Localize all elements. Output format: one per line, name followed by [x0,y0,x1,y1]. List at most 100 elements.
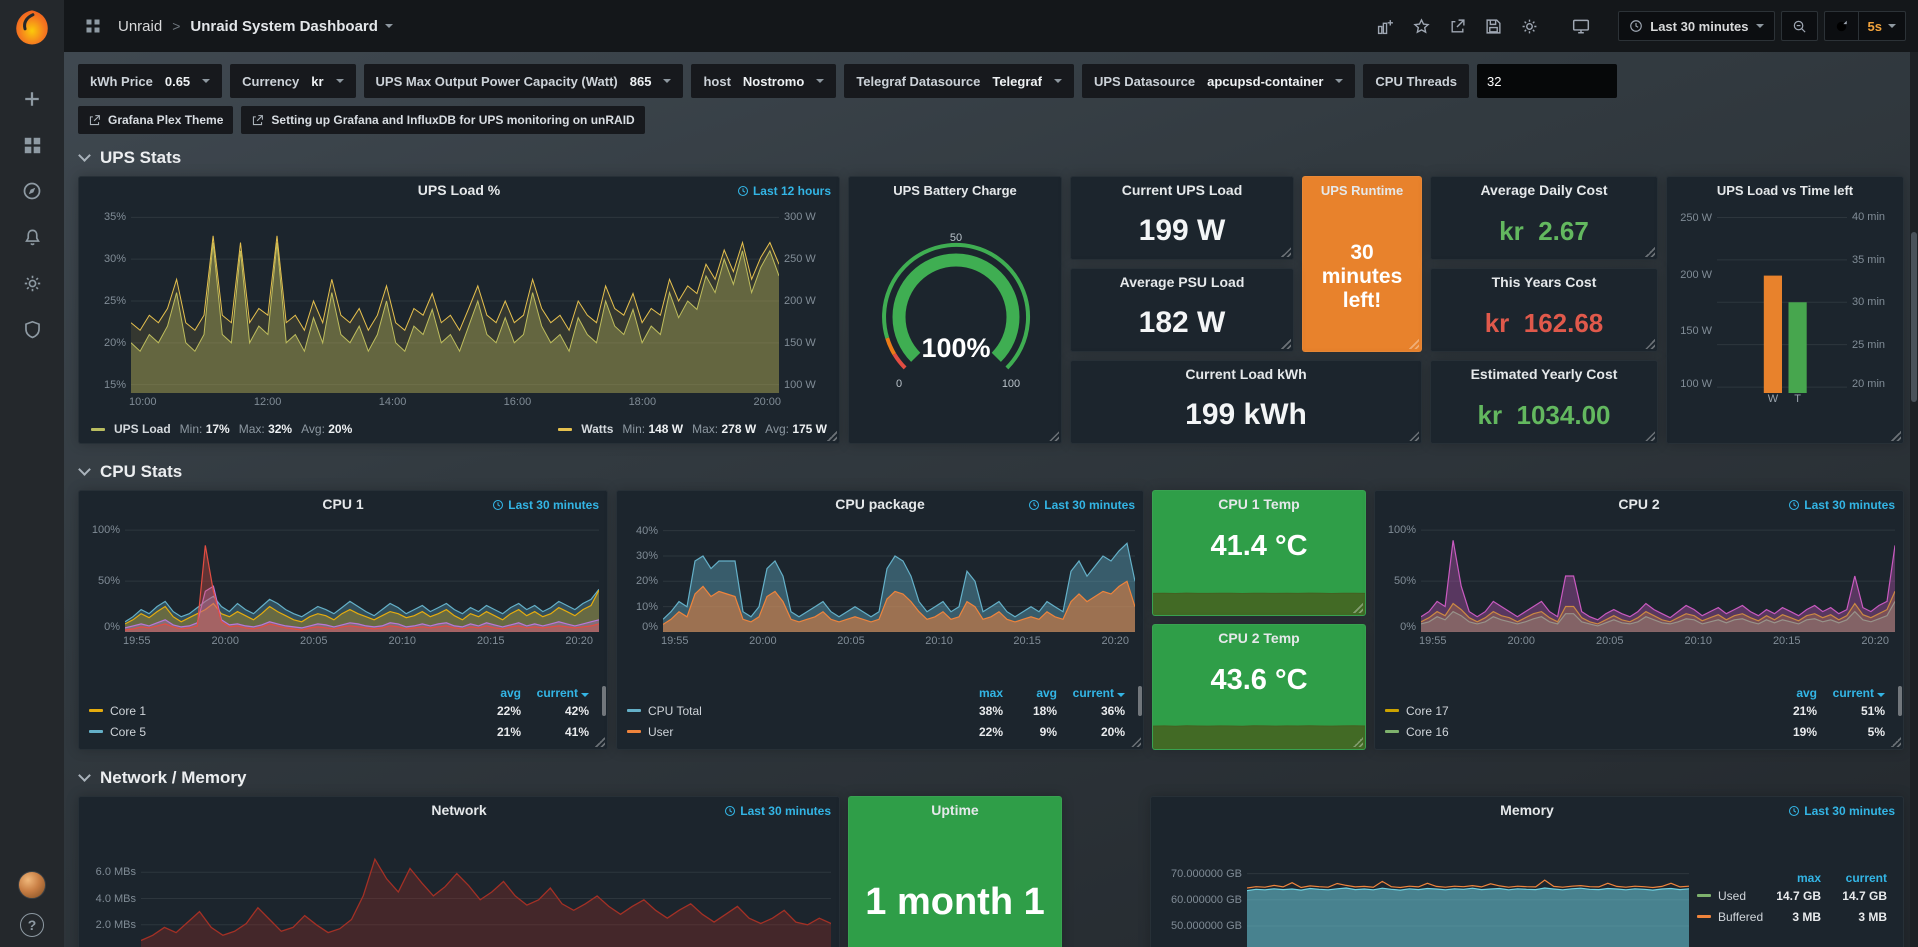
variable-kwh-price[interactable]: kWh Price 0.65 [78,64,222,98]
legend-scrollbar[interactable] [1138,686,1142,716]
panel-resize-handle[interactable] [827,431,837,441]
panel-resize-handle[interactable] [1891,737,1901,747]
panel-resize-handle[interactable] [1891,431,1901,441]
dashboards-grid-icon[interactable] [78,11,108,41]
panel-title[interactable]: CPU 1 [322,496,363,512]
variable-currency[interactable]: Currency kr [230,64,355,98]
panel-resize-handle[interactable] [1353,737,1363,747]
series-name[interactable]: Watts [581,422,613,436]
graph-plot[interactable] [131,209,779,393]
graph-plot[interactable] [663,523,1135,632]
legend-header-current[interactable]: current [1831,686,1899,700]
panel-resize-handle[interactable] [1409,339,1419,349]
refresh-interval-dropdown[interactable]: 5s [1858,12,1905,40]
legend-scrollbar[interactable] [602,686,606,716]
series-name[interactable]: Buffered [1718,910,1763,924]
panel-title[interactable]: Average Daily Cost [1480,182,1607,198]
page-scrollbar-thumb[interactable] [1911,232,1917,402]
add-panel-button[interactable] [1370,11,1400,41]
server-admin-shield-icon[interactable] [10,306,54,352]
panel-resize-handle[interactable] [1645,431,1655,441]
alerting-bell-icon[interactable] [10,214,54,260]
graph-plot[interactable] [141,829,831,947]
panel-title[interactable]: Network [431,802,486,818]
graph-plot[interactable] [1247,829,1689,947]
panel-time-range[interactable]: Last 30 minutes [1028,498,1135,512]
configuration-gear-icon[interactable] [10,260,54,306]
panel-title[interactable]: Memory [1500,802,1554,818]
cpu-threads-input[interactable] [1477,64,1617,98]
panel-resize-handle[interactable] [1645,247,1655,257]
panel-resize-handle[interactable] [1409,431,1419,441]
dashboards-icon[interactable] [10,122,54,168]
page-scrollbar[interactable] [1910,52,1918,947]
panel-title[interactable]: Current UPS Load [1122,182,1243,198]
panel-time-range[interactable]: Last 30 minutes [724,804,831,818]
legend-header-avg[interactable]: avg [479,686,535,700]
star-button[interactable] [1406,11,1436,41]
variable-telegraf-datasource[interactable]: Telegraf Datasource Telegraf [844,64,1074,98]
panel-time-range[interactable]: Last 12 hours [737,184,831,198]
legend-header-current[interactable]: current [535,686,603,700]
refresh-button[interactable] [1825,12,1858,40]
user-avatar[interactable] [18,871,46,899]
series-name[interactable]: CPU Total [648,704,702,718]
panel-title[interactable]: CPU 2 Temp [1218,630,1299,646]
panel-resize-handle[interactable] [1131,737,1141,747]
panel-title[interactable]: Estimated Yearly Cost [1471,366,1618,382]
series-name[interactable]: Core 17 [1406,704,1449,718]
panel-title[interactable]: This Years Cost [1492,274,1597,290]
zoom-out-button[interactable] [1781,11,1818,41]
panel-resize-handle[interactable] [1645,339,1655,349]
help-icon[interactable]: ? [20,913,44,937]
panel-title[interactable]: UPS Runtime [1321,183,1403,198]
legend-scrollbar[interactable] [1898,686,1902,716]
graph-plot[interactable] [1421,523,1895,632]
legend-header-max[interactable]: max [1773,871,1835,885]
panel-title[interactable]: UPS Battery Charge [893,183,1017,198]
variable-ups-datasource[interactable]: UPS Datasource apcupsd-container [1082,64,1355,98]
panel-resize-handle[interactable] [1281,247,1291,257]
section-header-ups-stats[interactable]: UPS Stats [80,148,1904,168]
dashboard-settings-button[interactable] [1514,11,1544,41]
series-name[interactable]: User [648,725,673,739]
legend-header-avg[interactable]: avg [1017,686,1071,700]
panel-resize-handle[interactable] [595,737,605,747]
panel-title[interactable]: UPS Load vs Time left [1717,183,1853,198]
panel-title[interactable]: Current Load kWh [1185,366,1306,382]
panel-resize-handle[interactable] [1281,339,1291,349]
breadcrumb-app[interactable]: Unraid [118,18,162,35]
legend-header-max[interactable]: max [963,686,1017,700]
dashboard-link-ups-guide[interactable]: Setting up Grafana and InfluxDB for UPS … [241,106,644,134]
panel-title[interactable]: CPU 1 Temp [1218,496,1299,512]
variable-ups-max-output[interactable]: UPS Max Output Power Capacity (Watt) 865 [364,64,684,98]
panel-resize-handle[interactable] [1049,431,1059,441]
series-name[interactable]: Core 1 [110,704,146,718]
cycle-view-monitor-button[interactable] [1566,11,1596,41]
share-button[interactable] [1442,11,1472,41]
bar-plot[interactable] [1717,209,1847,393]
panel-title[interactable]: Uptime [931,802,978,818]
grafana-logo-icon[interactable] [11,6,53,48]
panel-title[interactable]: CPU package [835,496,924,512]
panel-time-range[interactable]: Last 30 minutes [1788,498,1895,512]
panel-title[interactable]: CPU 2 [1618,496,1659,512]
save-button[interactable] [1478,11,1508,41]
dashboard-link-plex-theme[interactable]: Grafana Plex Theme [78,106,233,134]
legend-header-avg[interactable]: avg [1775,686,1831,700]
time-range-button[interactable]: Last 30 minutes [1618,11,1774,41]
series-name[interactable]: Used [1718,889,1746,903]
graph-plot[interactable] [125,523,599,632]
panel-resize-handle[interactable] [1353,603,1363,613]
create-plus-icon[interactable] [10,76,54,122]
explore-compass-icon[interactable] [10,168,54,214]
series-name[interactable]: UPS Load [114,422,171,436]
panel-title[interactable]: Average PSU Load [1120,274,1245,290]
legend-header-current[interactable]: current [1835,871,1901,885]
section-header-cpu-stats[interactable]: CPU Stats [80,462,1904,482]
section-header-network-memory[interactable]: Network / Memory [80,768,1904,788]
panel-time-range[interactable]: Last 30 minutes [1788,804,1895,818]
panel-time-range[interactable]: Last 30 minutes [492,498,599,512]
breadcrumb-dashboard[interactable]: Unraid System Dashboard [190,18,393,35]
series-name[interactable]: Core 16 [1406,725,1449,739]
